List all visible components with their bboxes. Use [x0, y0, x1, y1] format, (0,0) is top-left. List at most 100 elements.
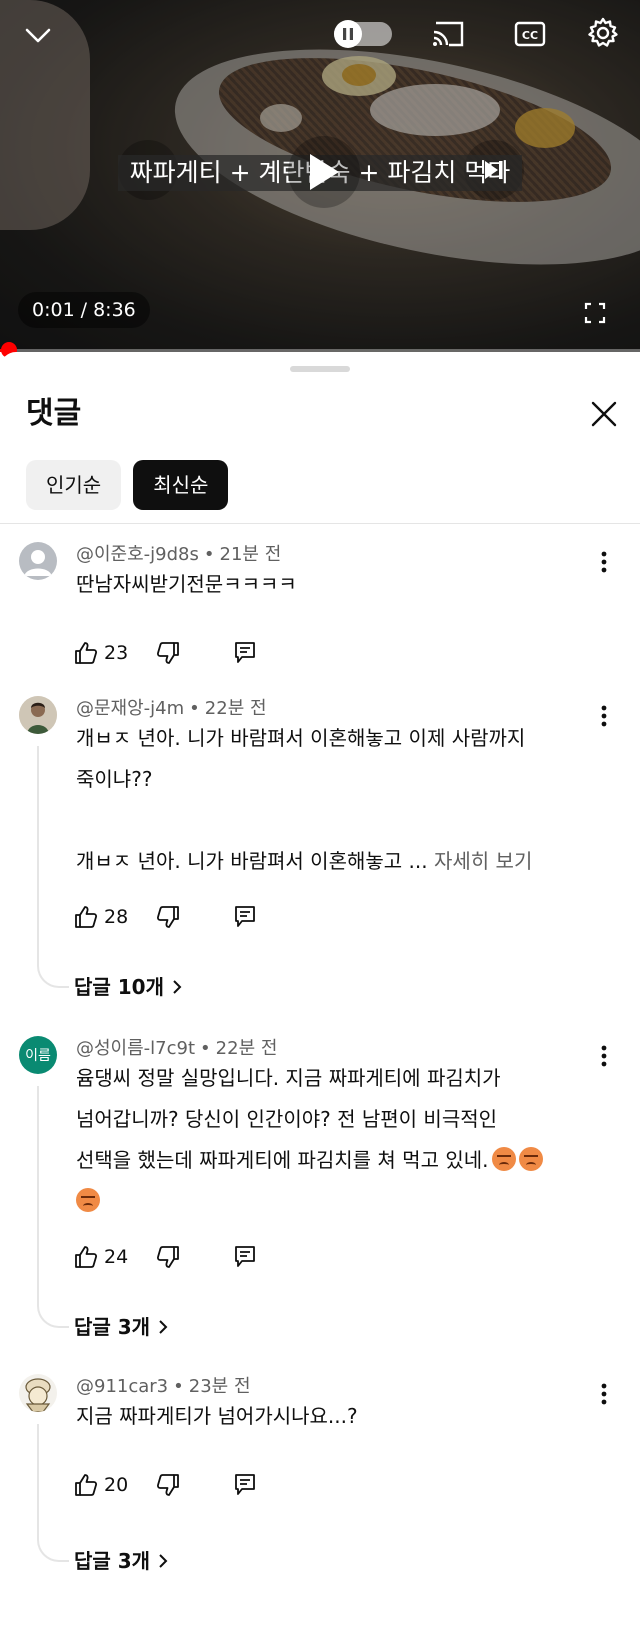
thumbs-down-icon [156, 1474, 179, 1496]
avatar[interactable] [19, 542, 57, 580]
reply-button[interactable] [234, 1470, 256, 1500]
angry-face-emoji-icon [76, 1188, 100, 1212]
avatar-initials: 이름 [25, 1048, 51, 1064]
settings-gear-icon[interactable] [584, 14, 622, 52]
playback-time: 0:01/8:36 [18, 292, 150, 328]
replies-count: 답글 3개 [74, 1315, 151, 1339]
reply-button[interactable] [234, 902, 256, 932]
dislike-button[interactable] [156, 638, 234, 668]
comment-time: 22분 전 [215, 1038, 278, 1059]
comment-text-line: 넘어갑니까? 당신이 인간이야? 전 남편이 비극적인 [76, 1107, 498, 1131]
view-replies-button[interactable]: 답글 3개 [74, 1312, 168, 1342]
sort-chip-popular[interactable]: 인기순 [26, 460, 122, 510]
chevron-down-icon[interactable] [20, 18, 56, 54]
thumbs-down-icon [156, 906, 179, 928]
thumbs-down-icon [156, 1246, 179, 1268]
angry-face-emoji-icon [491, 1147, 516, 1171]
sort-chips: 인기순 최신순 [26, 460, 229, 510]
svg-text:CC: CC [522, 29, 538, 42]
reply-comment-icon [235, 642, 255, 663]
comment-text: 윰댕씨 정말 실망입니다. 지금 짜파게티에 파김치가 넘어갑니까? 당신이 인… [76, 1058, 596, 1222]
reply-thread-line [37, 1424, 69, 1562]
comment-text[interactable]: 개ㅂㅈ 년아. 니가 바람펴서 이혼해놓고 이제 사람까지 죽이냐?? 개ㅂㅈ … [76, 718, 596, 882]
comment-author[interactable]: @문재앙-j4m [76, 698, 184, 719]
comment-truncated-text: 개ㅂㅈ 년아. 니가 바람펴서 이혼해놓고 ... [76, 849, 428, 873]
comment-text-segment: 선택을 했는데 짜파게티에 파김치를 쳐 먹고 있네. [76, 1148, 489, 1172]
thumbs-up-icon [75, 1474, 98, 1496]
pause-icon [334, 20, 362, 48]
avatar[interactable] [19, 1374, 57, 1412]
comment-actions: 28 [74, 902, 256, 932]
photo-avatar-icon [19, 696, 57, 734]
default-avatar-icon [24, 550, 52, 576]
thumbs-up-icon [75, 906, 98, 928]
time-separator: / [80, 299, 88, 321]
comment-text-line: 지금 짜파게티가 넘어가시나요...? [76, 1404, 358, 1428]
comment-actions: 20 [74, 1470, 256, 1500]
thumbs-up-icon [75, 642, 98, 664]
avatar[interactable] [19, 696, 57, 734]
comment-text-line: 개ㅂㅈ 년아. 니가 바람펴서 이혼해놓고 이제 사람까지 [76, 726, 526, 750]
like-count: 23 [104, 642, 129, 664]
comment-text: 딴남자씨받기전문ㅋㅋㅋㅋ [76, 564, 596, 605]
avatar[interactable]: 이름 [19, 1036, 57, 1074]
reply-button[interactable] [234, 638, 256, 668]
autoplay-toggle[interactable] [334, 20, 392, 48]
comment-text-line: 윰댕씨 정말 실망입니다. 지금 짜파게티에 파김치가 [76, 1066, 501, 1090]
comment-text-line: 개ㅂㅈ 년아. 니가 바람펴서 이혼해놓고 ... 자세히 보기 [76, 841, 596, 882]
comment-time: 21분 전 [219, 544, 282, 565]
replies-count: 답글 10개 [74, 975, 164, 999]
close-icon[interactable] [584, 394, 624, 434]
comment-text-line: 딴남자씨받기전문ㅋㅋㅋㅋ [76, 572, 297, 596]
chips-divider [0, 523, 640, 524]
reply-button[interactable] [234, 1242, 256, 1272]
dislike-button[interactable] [156, 1470, 234, 1500]
video-player[interactable]: CC 짜파게티 + 계란반숙 + 파김치 먹다 0:01/8:36 [0, 0, 640, 352]
like-count: 24 [104, 1246, 129, 1268]
comment-text-line: 죽이냐?? [76, 767, 153, 791]
captions-icon[interactable]: CC [512, 18, 548, 50]
comment-time: 23분 전 [188, 1376, 251, 1397]
chevron-right-icon [158, 1319, 168, 1335]
comment-actions: 23 [74, 638, 256, 668]
comments-panel: 댓글 인기순 최신순 @이준호-j9d8s • 21분 전 딴남자씨받기전문ㅋㅋㅋㅋ… [0, 352, 640, 1642]
cartoon-avatar-icon [25, 1378, 51, 1412]
sheet-drag-handle[interactable] [290, 366, 350, 372]
comment-author[interactable]: @성이름-l7c9t [76, 1038, 195, 1059]
current-time: 0:01 [32, 299, 75, 321]
chevron-right-icon [172, 979, 182, 995]
angry-face-emoji-icon [518, 1147, 543, 1171]
like-count: 20 [104, 1474, 129, 1496]
fullscreen-icon[interactable] [578, 296, 612, 330]
like-count: 28 [104, 906, 129, 928]
like-button[interactable]: 28 [74, 902, 156, 932]
like-button[interactable]: 20 [74, 1470, 156, 1500]
comment-text-line: 선택을 했는데 짜파게티에 파김치를 쳐 먹고 있네. [76, 1140, 596, 1181]
like-button[interactable]: 23 [74, 638, 156, 668]
view-replies-button[interactable]: 답글 10개 [74, 972, 182, 1002]
reply-comment-icon [235, 906, 255, 927]
dislike-button[interactable] [156, 902, 234, 932]
view-replies-button[interactable]: 답글 3개 [74, 1546, 168, 1576]
reply-thread-line [37, 746, 69, 988]
comment-time: 22분 전 [204, 698, 267, 719]
comments-title: 댓글 [26, 396, 82, 431]
replies-count: 답글 3개 [74, 1549, 151, 1573]
reply-comment-icon [235, 1246, 255, 1267]
comment-author[interactable]: @911car3 [76, 1376, 168, 1397]
thumbs-down-icon [156, 642, 179, 664]
comment-actions: 24 [74, 1242, 256, 1272]
play-icon[interactable] [288, 136, 360, 208]
thumbs-up-icon [75, 1246, 98, 1268]
comment-text: 지금 짜파게티가 넘어가시나요...? [76, 1396, 596, 1437]
comment-author[interactable]: @이준호-j9d8s [76, 544, 199, 565]
skip-next-icon [474, 152, 514, 188]
sort-chip-newest[interactable]: 최신순 [133, 460, 229, 510]
chevron-right-icon [158, 1553, 168, 1569]
dislike-button[interactable] [156, 1242, 234, 1272]
see-more-link[interactable]: 자세히 보기 [434, 849, 532, 873]
like-button[interactable]: 24 [74, 1242, 156, 1272]
video-duration: 8:36 [93, 299, 136, 321]
comment-text-line [76, 1181, 596, 1222]
cast-icon[interactable] [428, 18, 468, 50]
